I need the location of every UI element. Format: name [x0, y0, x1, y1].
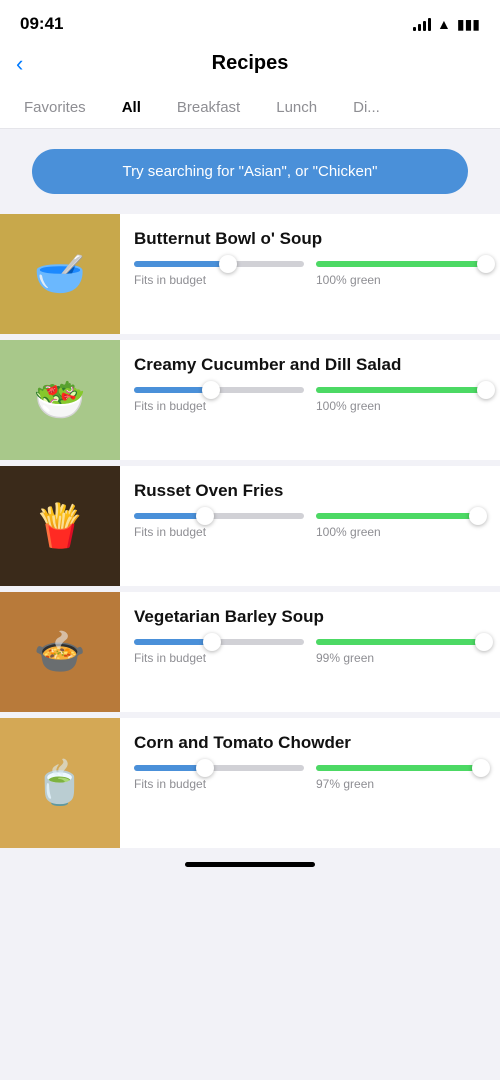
- budget-slider-thumb[interactable]: [203, 633, 221, 651]
- budget-slider-fill: [134, 513, 205, 519]
- green-slider: [316, 639, 486, 645]
- recipe-title: Creamy Cucumber and Dill Salad: [134, 354, 486, 375]
- recipe-content: Russet Oven Fries Fits in budget 100% gr…: [120, 466, 500, 586]
- budget-label: Fits in budget: [134, 651, 304, 665]
- recipe-card[interactable]: 🍵 Corn and Tomato Chowder Fits in budget: [0, 718, 500, 848]
- recipe-sliders: [134, 385, 486, 393]
- recipe-image: 🥣: [0, 214, 120, 334]
- tab-dinner[interactable]: Di...: [337, 87, 396, 128]
- recipe-image: 🍲: [0, 592, 120, 712]
- recipe-content: Creamy Cucumber and Dill Salad Fits in b…: [120, 340, 500, 460]
- recipe-image: 🥗: [0, 340, 120, 460]
- recipe-image: 🍵: [0, 718, 120, 848]
- green-slider: [316, 387, 486, 393]
- green-label: 100% green: [316, 399, 486, 413]
- green-slider-thumb[interactable]: [472, 759, 490, 777]
- separator: [0, 336, 500, 338]
- green-slider-thumb[interactable]: [477, 381, 495, 399]
- tab-breakfast[interactable]: Breakfast: [161, 87, 256, 128]
- home-bar: [185, 862, 315, 867]
- recipe-labels: Fits in budget 100% green: [134, 525, 486, 539]
- recipe-labels: Fits in budget 99% green: [134, 651, 486, 665]
- green-slider: [316, 513, 486, 519]
- green-slider-fill: [316, 639, 484, 645]
- tab-section: Favorites All Breakfast Lunch Di...: [0, 87, 500, 129]
- green-slider-fill: [316, 387, 486, 393]
- search-banner-text: Try searching for "Asian", or "Chicken": [123, 163, 378, 180]
- recipe-card[interactable]: 🍲 Vegetarian Barley Soup Fits in budget …: [0, 592, 500, 712]
- green-slider: [316, 261, 486, 267]
- budget-slider-thumb[interactable]: [202, 381, 220, 399]
- budget-slider: [134, 513, 304, 519]
- recipe-sliders: [134, 637, 486, 645]
- tab-row: Favorites All Breakfast Lunch Di...: [0, 87, 500, 128]
- recipe-card[interactable]: 🥣 Butternut Bowl o' Soup Fits in budget …: [0, 214, 500, 334]
- separator: [0, 588, 500, 590]
- recipe-labels: Fits in budget 97% green: [134, 777, 486, 791]
- status-time: 09:41: [20, 14, 63, 34]
- recipe-card[interactable]: 🥗 Creamy Cucumber and Dill Salad Fits in…: [0, 340, 500, 460]
- recipe-image: 🍟: [0, 466, 120, 586]
- green-label: 97% green: [316, 777, 486, 791]
- signal-icon: [413, 17, 431, 31]
- green-slider-fill: [316, 513, 478, 519]
- recipe-content: Vegetarian Barley Soup Fits in budget 99…: [120, 592, 500, 712]
- recipe-list: 🥣 Butternut Bowl o' Soup Fits in budget …: [0, 214, 500, 848]
- budget-slider: [134, 639, 304, 645]
- budget-slider-thumb[interactable]: [219, 255, 237, 273]
- status-icons: ▲ ▮▮▮: [413, 16, 480, 33]
- recipe-content: Butternut Bowl o' Soup Fits in budget 10…: [120, 214, 500, 334]
- recipe-content: Corn and Tomato Chowder Fits in budget 9…: [120, 718, 500, 848]
- budget-slider-fill: [134, 387, 211, 393]
- green-slider: [316, 765, 486, 771]
- separator: [0, 714, 500, 716]
- recipe-title: Vegetarian Barley Soup: [134, 606, 486, 627]
- budget-label: Fits in budget: [134, 525, 304, 539]
- tab-lunch[interactable]: Lunch: [260, 87, 333, 128]
- green-label: 100% green: [316, 273, 486, 287]
- recipe-sliders: [134, 511, 486, 519]
- recipe-sliders: [134, 763, 486, 771]
- budget-slider-thumb[interactable]: [196, 759, 214, 777]
- green-slider-thumb[interactable]: [469, 507, 487, 525]
- recipe-card[interactable]: 🍟 Russet Oven Fries Fits in budget 100% …: [0, 466, 500, 586]
- recipe-title: Butternut Bowl o' Soup: [134, 228, 486, 249]
- search-banner[interactable]: Try searching for "Asian", or "Chicken": [32, 149, 468, 194]
- wifi-icon: ▲: [437, 16, 451, 32]
- green-label: 100% green: [316, 525, 486, 539]
- recipe-title: Russet Oven Fries: [134, 480, 486, 501]
- budget-label: Fits in budget: [134, 777, 304, 791]
- budget-label: Fits in budget: [134, 399, 304, 413]
- green-slider-fill: [316, 765, 481, 771]
- tab-bar: Favorites All Breakfast Lunch Di...: [0, 87, 500, 129]
- budget-slider-fill: [134, 765, 205, 771]
- battery-icon: ▮▮▮: [457, 16, 480, 33]
- search-banner-wrapper: Try searching for "Asian", or "Chicken": [0, 129, 500, 214]
- home-indicator: [0, 852, 500, 875]
- green-slider-thumb[interactable]: [475, 633, 493, 651]
- budget-label: Fits in budget: [134, 273, 304, 287]
- separator: [0, 462, 500, 464]
- status-bar: 09:41 ▲ ▮▮▮: [0, 0, 500, 44]
- nav-bar: ‹ Recipes: [0, 44, 500, 87]
- recipe-title: Corn and Tomato Chowder: [134, 732, 486, 753]
- green-slider-thumb[interactable]: [477, 255, 495, 273]
- tab-favorites[interactable]: Favorites: [8, 87, 102, 128]
- budget-slider: [134, 765, 304, 771]
- page-title: Recipes: [212, 52, 289, 75]
- green-slider-fill: [316, 261, 486, 267]
- tab-all[interactable]: All: [106, 87, 157, 128]
- budget-slider: [134, 387, 304, 393]
- budget-slider-thumb[interactable]: [196, 507, 214, 525]
- recipe-labels: Fits in budget 100% green: [134, 273, 486, 287]
- recipe-sliders: [134, 259, 486, 267]
- budget-slider-fill: [134, 639, 212, 645]
- budget-slider: [134, 261, 304, 267]
- green-label: 99% green: [316, 651, 486, 665]
- recipe-labels: Fits in budget 100% green: [134, 399, 486, 413]
- budget-slider-fill: [134, 261, 228, 267]
- back-button[interactable]: ‹: [16, 53, 23, 75]
